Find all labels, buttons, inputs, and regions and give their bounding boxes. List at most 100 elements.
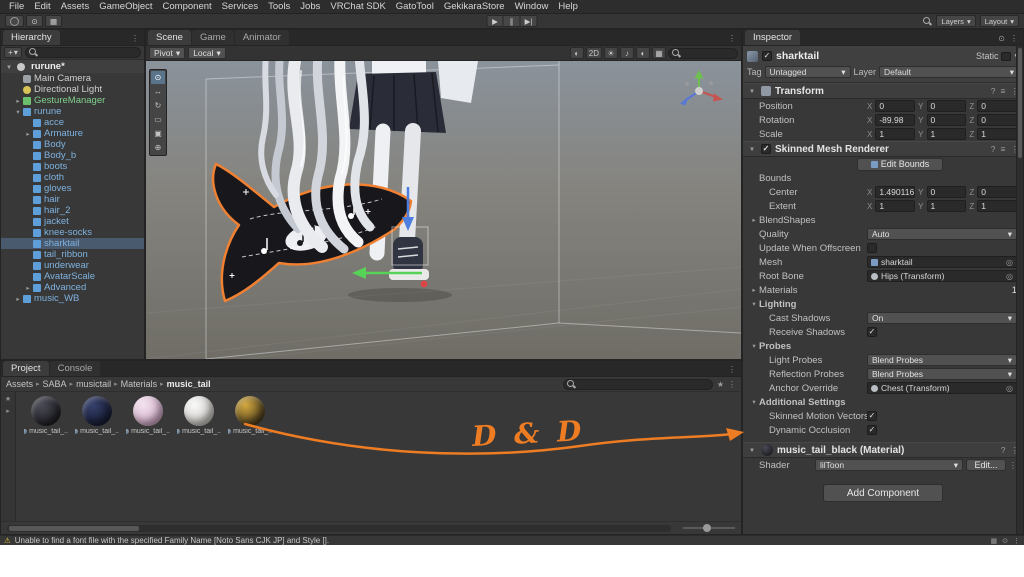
menu-tools[interactable]: Tools (263, 0, 295, 13)
position-z-field[interactable]: 0 (977, 100, 1018, 112)
tab-scene[interactable]: Scene (148, 30, 191, 45)
project-folder-strip[interactable]: ★ ▸ (1, 392, 16, 521)
asset-tile[interactable]: music_tail_... (126, 396, 170, 435)
project-search-input[interactable] (562, 378, 713, 390)
cast-shadows-dropdown[interactable]: On ▾ (867, 312, 1017, 324)
asset-tile[interactable]: music_tail_... (228, 396, 272, 435)
foldout-closed-icon[interactable]: ▸ (13, 97, 23, 105)
inspector-scrollbar[interactable] (1016, 46, 1023, 534)
reflection-probes-dropdown[interactable]: Blend Probes ▾ (867, 368, 1017, 380)
light-probes-dropdown[interactable]: Blend Probes ▾ (867, 354, 1017, 366)
layers-dropdown[interactable]: Layers ▾ (936, 15, 976, 27)
thumbnail-size-slider[interactable] (683, 524, 735, 532)
menu-file[interactable]: File (4, 0, 29, 13)
asset-tile[interactable]: music_tail_... (75, 396, 119, 435)
menu-edit[interactable]: Edit (29, 0, 55, 13)
rotation-z-field[interactable]: 0 (977, 114, 1018, 126)
move-tool-button[interactable]: ↔ (151, 85, 165, 98)
menu-vrchat-sdk[interactable]: VRChat SDK (325, 0, 390, 13)
foldout-closed-icon[interactable]: ▸ (749, 216, 759, 224)
menu-help[interactable]: Help (553, 0, 583, 13)
transform-component-header[interactable]: ▾ Transform ? ≡ ⋮ (743, 83, 1023, 99)
2d-toggle-button[interactable]: 2D (585, 47, 602, 59)
rotate-tool-button[interactable]: ↻ (151, 99, 165, 112)
hierarchy-item[interactable]: hair_2 (1, 205, 144, 216)
menu-assets[interactable]: Assets (56, 0, 95, 13)
breadcrumb-saba[interactable]: SABA (43, 379, 67, 389)
motion-vectors-checkbox[interactable]: ✓ (867, 411, 877, 421)
tag-dropdown[interactable]: Untagged ▾ (764, 66, 851, 78)
menu-jobs[interactable]: Jobs (295, 0, 325, 13)
hierarchy-item[interactable]: knee-socks (1, 227, 144, 238)
layer-dropdown[interactable]: Default ▾ (879, 66, 1019, 78)
preset-icon[interactable]: ≡ (1001, 86, 1006, 97)
breadcrumb-music-tail[interactable]: music_tail (167, 379, 211, 389)
menu-gatotool[interactable]: GatoTool (391, 0, 439, 13)
hierarchy-item[interactable]: Body_b (1, 150, 144, 161)
hierarchy-item[interactable]: Main Camera (1, 73, 144, 84)
hierarchy-item[interactable]: hair (1, 194, 144, 205)
dynamic-occlusion-checkbox[interactable]: ✓ (867, 425, 877, 435)
breadcrumb-assets[interactable]: Assets (6, 379, 33, 389)
object-name[interactable]: sharktail (776, 50, 819, 62)
panel-menu-icon[interactable]: ⋮ (131, 34, 139, 43)
center-z-field[interactable]: 0 (977, 186, 1018, 198)
menu-component[interactable]: Component (158, 0, 217, 13)
shader-edit-button[interactable]: Edit... (966, 459, 1006, 471)
asset-tile[interactable]: music_tail_... (24, 396, 68, 435)
scrollbar-thumb[interactable] (9, 525, 139, 531)
blendshapes-row[interactable]: ▸ BlendShapes (743, 213, 1023, 227)
menu-gekikarastore[interactable]: GekikaraStore (439, 0, 510, 13)
menu-gameobject[interactable]: GameObject (94, 0, 157, 13)
hierarchy-item[interactable]: underwear (1, 260, 144, 271)
play-button[interactable]: ▶ (486, 15, 504, 27)
process-icon[interactable]: ⊙ (1002, 537, 1008, 545)
create-button[interactable]: + ▾ (4, 47, 22, 58)
favorites-icon[interactable]: ★ (717, 380, 724, 389)
extent-z-field[interactable]: 1 (977, 200, 1018, 212)
extent-x-field[interactable]: 1 (875, 200, 916, 212)
status-bar[interactable]: ⚠ Unable to find a font file with the sp… (0, 535, 1024, 545)
more-icon[interactable]: ⋮ (1013, 537, 1020, 545)
extent-y-field[interactable]: 1 (926, 200, 967, 212)
scene-render[interactable] (146, 61, 741, 359)
slider-knob[interactable] (703, 524, 711, 532)
additional-settings-row[interactable]: ▾ Additional Settings (743, 395, 1023, 409)
lighting-section-row[interactable]: ▾ Lighting (743, 297, 1023, 311)
hierarchy-item[interactable]: Directional Light (1, 84, 144, 95)
scene-viewport[interactable]: ⊙ ↔ ↻ ▭ ▣ ⊕ (146, 61, 741, 359)
menu-services[interactable]: Services (217, 0, 263, 13)
foldout-closed-icon[interactable]: ▸ (23, 130, 33, 138)
pivot-dropdown[interactable]: Pivot ▾ (149, 47, 186, 59)
tab-console[interactable]: Console (49, 361, 101, 376)
position-x-field[interactable]: 0 (875, 100, 916, 112)
panel-menu-icon[interactable]: ⋮ (1010, 34, 1018, 43)
hierarchy-item[interactable]: ▸ music_WB (1, 293, 144, 304)
center-y-field[interactable]: 0 (926, 186, 967, 198)
mesh-object-field[interactable]: sharktail ◎ (867, 256, 1017, 268)
static-checkbox[interactable] (1001, 51, 1012, 61)
skinned-mesh-renderer-header[interactable]: ▾ ✓ Skinned Mesh Renderer ? ≡ ⋮ (743, 141, 1023, 157)
add-component-button[interactable]: Add Component (823, 484, 943, 502)
shading-mode-button[interactable]: ◐ (569, 47, 584, 59)
active-checkbox[interactable]: ✓ (762, 51, 772, 61)
hierarchy-item[interactable]: ▸ Armature (1, 128, 144, 139)
quality-dropdown[interactable]: Auto ▾ (867, 228, 1017, 240)
step-button[interactable]: ▶| (520, 15, 538, 27)
panel-menu-icon[interactable]: ⋮ (728, 365, 736, 374)
material-header[interactable]: ▾ music_tail_black (Material) ? ⋮ (743, 442, 1023, 458)
tab-project[interactable]: Project (3, 361, 49, 376)
scale-y-field[interactable]: 1 (926, 128, 967, 140)
menu-window[interactable]: Window (510, 0, 554, 13)
pause-button[interactable]: ∥ (503, 15, 521, 27)
shader-dropdown[interactable]: lilToon ▾ (815, 459, 963, 471)
hierarchy-item[interactable]: ▾ rurune (1, 106, 144, 117)
search-icon[interactable] (923, 16, 932, 26)
preset-icon[interactable]: ≡ (1001, 144, 1006, 155)
horizontal-scrollbar[interactable] (7, 524, 671, 532)
tab-hierarchy[interactable]: Hierarchy (3, 30, 60, 45)
breadcrumb-musictail[interactable]: musictail (76, 379, 111, 389)
hierarchy-item[interactable]: ▸ Advanced (1, 282, 144, 293)
foldout-open-icon[interactable]: ▾ (13, 108, 23, 116)
panel-menu-icon[interactable]: ⋮ (728, 380, 736, 389)
